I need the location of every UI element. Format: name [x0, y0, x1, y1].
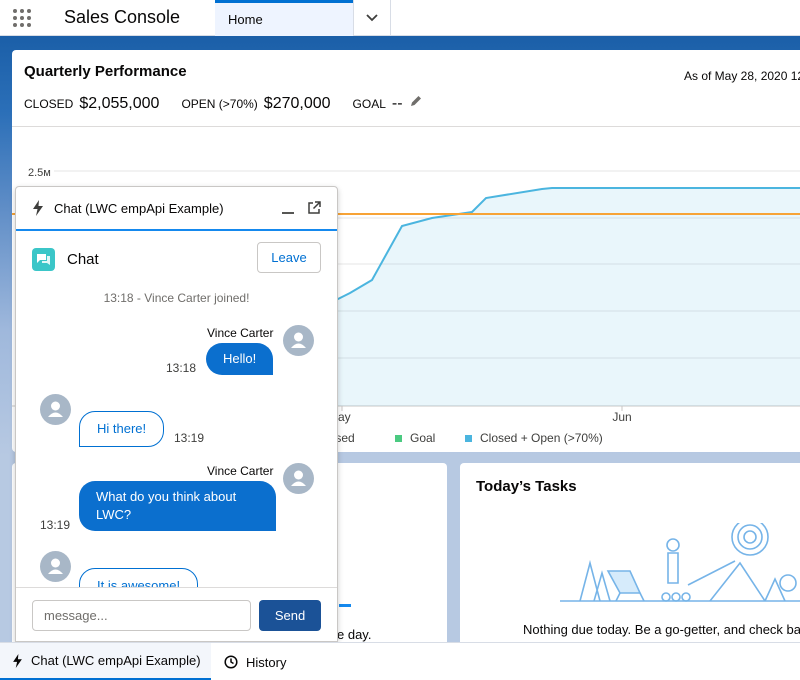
legend-goal-swatch — [395, 434, 402, 442]
waffle-icon — [13, 8, 31, 27]
tasks-empty-text: Nothing due today. Be a go-getter, and c… — [523, 622, 800, 637]
utility-item-history[interactable]: History — [224, 643, 286, 680]
minimize-button[interactable] — [279, 199, 297, 217]
message-time: 13:18 — [166, 361, 197, 375]
clock-icon — [224, 655, 238, 669]
legend-goal-label: Goal — [410, 431, 436, 445]
left-card-text: e day. — [337, 627, 372, 642]
chat-panel: Chat (LWC empApi Example) Chat Leave 13:… — [15, 186, 338, 642]
empty-tasks-illustration — [560, 523, 800, 602]
legend-open: Closed + Open (>70%) — [465, 431, 603, 445]
legend-open-label: Closed + Open (>70%) — [480, 431, 603, 445]
minimize-icon — [282, 212, 294, 214]
avatar-icon — [283, 463, 314, 494]
message-sender: Vince Carter — [207, 326, 274, 340]
y-tick-label: 2.5м — [28, 167, 51, 179]
goal-value: -- — [391, 95, 403, 112]
chat-bubble-icon — [32, 247, 55, 271]
utility-item-chat-label: Chat (LWC empApi Example) — [31, 653, 201, 668]
message-input[interactable] — [32, 600, 251, 631]
legend-open-swatch — [465, 434, 472, 442]
closed-value: $2,055,000 — [79, 95, 160, 112]
closed-label: CLOSED — [24, 97, 74, 111]
send-button[interactable]: Send — [259, 600, 321, 631]
popout-button[interactable] — [305, 199, 323, 217]
global-header: Sales Console Home — [0, 0, 800, 36]
avatar-icon — [40, 394, 71, 425]
chevron-down-icon — [366, 14, 378, 22]
goal-label: GOAL — [352, 97, 386, 111]
message-bubble-outgoing: What do you think about LWC? — [79, 481, 276, 531]
message-time: 13:19 — [174, 431, 205, 445]
chat-title: Chat — [67, 250, 99, 268]
series-open-area — [332, 188, 800, 406]
app-launcher-button[interactable] — [0, 0, 44, 36]
x-tick-label: Jun — [612, 410, 631, 424]
card-title: Quarterly Performance — [24, 63, 187, 80]
avatar-icon — [40, 551, 71, 582]
chat-message-list[interactable]: 13:18 - Vince Carter joined! Vince Carte… — [16, 285, 337, 587]
chat-panel-header: Chat (LWC empApi Example) — [16, 187, 337, 231]
app-name: Sales Console — [64, 7, 181, 27]
x-tick-label: ay — [338, 410, 351, 424]
leave-button[interactable]: Leave — [257, 242, 321, 273]
card-divider — [12, 126, 800, 127]
system-message: 13:18 - Vince Carter joined! — [103, 291, 250, 305]
as-of-date: As of May 28, 2020 12 — [684, 69, 800, 83]
message-bubble-incoming: It is awesome! — [79, 568, 199, 587]
nav-menu-button[interactable] — [353, 0, 391, 36]
message-bubble-outgoing: Hello! — [206, 343, 274, 375]
tab-home-label: Home — [228, 12, 263, 27]
bolt-icon — [12, 653, 23, 668]
message-time: 13:19 — [40, 518, 71, 532]
message-sender: Vince Carter — [207, 464, 274, 478]
tasks-title: Today’s Tasks — [476, 478, 577, 495]
popout-icon — [308, 201, 321, 214]
bolt-icon — [32, 200, 44, 216]
utility-bar: Chat (LWC empApi Example) History — [0, 642, 800, 680]
tab-home[interactable]: Home — [215, 0, 353, 36]
avatar-icon — [283, 325, 314, 356]
open-value: $270,000 — [263, 95, 331, 112]
legend-goal: Goal — [395, 431, 435, 445]
utility-item-chat[interactable]: Chat (LWC empApi Example) — [0, 643, 211, 680]
utility-item-history-label: History — [246, 654, 287, 670]
open-label: OPEN (>70%) — [181, 97, 258, 111]
chat-panel-title: Chat (LWC empApi Example) — [54, 200, 224, 216]
message-bubble-incoming: Hi there! — [79, 411, 165, 447]
metric-row: CLOSED $2,055,000 OPEN (>70%) $270,000 G… — [24, 94, 423, 113]
progress-fragment — [339, 604, 351, 607]
todays-tasks-card: Today’s Tasks Nothing due today. Be a go… — [460, 463, 800, 648]
chat-composer: Send — [16, 587, 337, 641]
pencil-icon[interactable] — [409, 94, 423, 108]
